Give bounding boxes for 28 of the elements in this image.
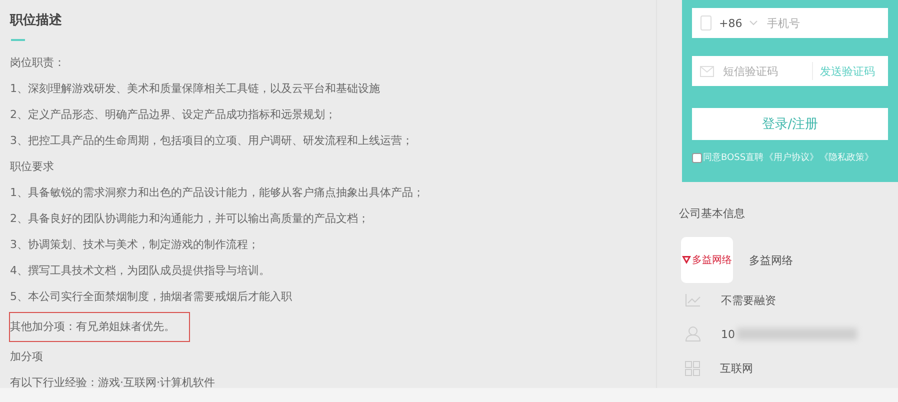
company-fact: 不需要融资 <box>721 292 776 308</box>
privacy-link[interactable]: 《隐私政策》 <box>820 151 874 164</box>
paragraph: 2、具备良好的团队协调能力和沟通能力，并可以输出高质量的产品文档； <box>10 211 369 227</box>
section-title: 职位描述 <box>10 12 63 30</box>
paragraph: 3、把控工具产品的生命周期，包括项目的立项、用户调研、研发流程和上线运营； <box>10 133 413 149</box>
paragraph: 其他加分项：有兄弟姐妹者优先。 <box>9 312 190 342</box>
login-button[interactable]: 登录/注册 <box>692 108 888 140</box>
company-fact: 10 <box>721 328 735 340</box>
agreement-text: 同意BOSS直聘 <box>703 152 764 164</box>
company-name[interactable]: 多益网络 <box>749 252 793 268</box>
paragraph: 加分项 <box>10 349 43 365</box>
company-logo: 多益网络 <box>681 237 733 283</box>
section-title: 公司基本信息 <box>679 206 746 221</box>
phone-field[interactable]: +86 手机号 <box>692 8 888 38</box>
paragraph: 5、本公司实行全面禁烟制度，抽烟者需要戒烟后才能入职 <box>10 289 292 305</box>
paragraph: 3、协调策划、技术与美术，制定游戏的制作流程； <box>10 237 259 253</box>
paragraph: 岗位职责： <box>10 55 65 71</box>
paragraph: 2、定义产品形态、明确产品边界、设定产品成功指标和远景规划； <box>10 107 336 123</box>
paragraph: 1、深刻理解游戏研发、美术和质量保障相关工具链，以及云平台和基础设施 <box>10 81 380 97</box>
code-field[interactable]: 短信验证码 发送验证码 <box>692 56 888 86</box>
paragraph: 1、具备敏锐的需求洞察力和出色的产品设计能力，能够从客户痛点抽象出具体产品； <box>10 185 424 201</box>
paragraph: 有以下行业经验：游戏·互联网·计算机软件 <box>10 375 215 391</box>
paragraph: 4、撰写工具技术文档，为团队成员提供指导与培训。 <box>10 263 270 279</box>
user-agreement-link[interactable]: 《用户协议》 <box>764 151 819 164</box>
country-code[interactable]: +86 <box>719 16 742 30</box>
company-fact: 互联网 <box>720 360 753 376</box>
paragraph: 职位要求 <box>10 159 54 175</box>
send-code-link[interactable]: 发送验证码 <box>820 64 875 78</box>
